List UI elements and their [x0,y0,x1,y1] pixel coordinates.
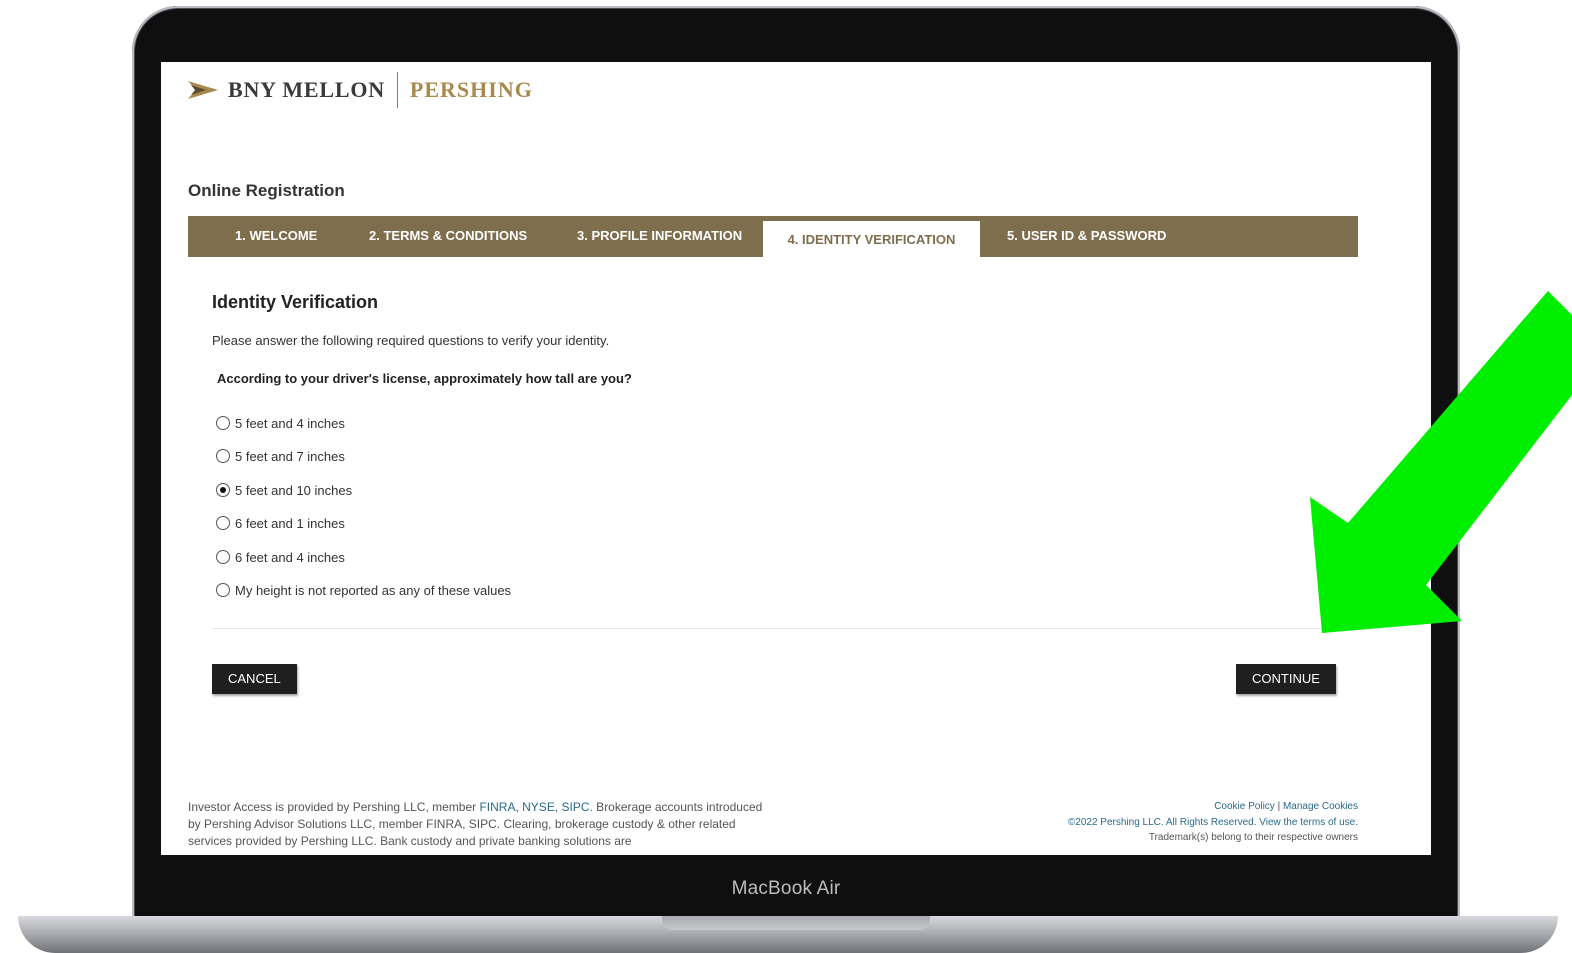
question-text: According to your driver's license, appr… [217,371,632,386]
radio-button[interactable] [216,416,230,430]
height-option-6-4[interactable]: 6 feet and 4 inches [216,547,345,567]
laptop-hinge [662,916,930,930]
page-title: Online Registration [188,181,345,200]
cancel-button[interactable]: CANCEL [212,664,297,694]
finra-link[interactable]: FINRA [479,800,515,814]
height-option-5-10[interactable]: 5 feet and 10 inches [216,480,352,500]
radio-button-selected[interactable] [216,483,230,497]
height-option-6-1[interactable]: 6 feet and 1 inches [216,513,345,533]
radio-button[interactable] [216,516,230,530]
section-title: Identity Verification [212,292,379,312]
brand-logo: BNY MELLON PERSHING [188,70,533,110]
nyse-link[interactable]: NYSE [522,800,555,814]
footer-text: Investor Access is provided by Pershing … [188,800,480,814]
sipc-link[interactable]: SIPC [562,800,590,814]
logo-bny-mellon: BNY MELLON [228,77,385,102]
copyright-text[interactable]: ©2022 Pershing LLC. All Rights Reserved.… [938,815,1358,831]
option-label: 5 feet and 4 inches [235,415,345,431]
cookie-policy-link[interactable]: Cookie Policy [1214,801,1275,812]
footer-disclosure: Investor Access is provided by Pershing … [188,799,768,850]
height-option-5-7[interactable]: 5 feet and 7 inches [216,446,345,466]
step-identity-verification: 4. IDENTITY VERIFICATION [763,221,980,257]
step-user-id-password: 5. USER ID & PASSWORD [1007,228,1167,243]
option-label: 6 feet and 1 inches [235,515,345,531]
instructions-text: Please answer the following required que… [212,333,610,348]
radio-button[interactable] [216,449,230,463]
bny-arrow-icon [188,81,218,99]
manage-cookies-link[interactable]: Manage Cookies [1283,801,1358,812]
option-label: 6 feet and 4 inches [235,549,345,565]
step-welcome: 1. WELCOME [235,228,318,243]
step-progress-bar: 1. WELCOME 2. TERMS & CONDITIONS 3. PROF… [188,216,1358,257]
step-terms-conditions: 2. TERMS & CONDITIONS [369,228,528,243]
footer-comma: , [554,800,562,814]
radio-button[interactable] [216,550,230,564]
trademark-text: Trademark(s) belong to their respective … [1148,832,1358,843]
step-profile-information: 3. PROFILE INFORMATION [577,228,743,243]
device-label: MacBook Air [731,878,841,899]
form-divider [212,628,1358,629]
browser-screen: BNY MELLON PERSHING Online Registration … [161,62,1431,855]
cookie-links: Cookie Policy | Manage Cookies [938,799,1358,815]
annotation-arrow-icon [1310,291,1572,633]
logo-divider [396,72,398,108]
option-label: My height is not reported as any of thes… [235,582,512,598]
footer-legal: Cookie Policy | Manage Cookies ©2022 Per… [938,799,1358,846]
logo-pershing: PERSHING [409,77,533,102]
continue-button[interactable]: CONTINUE [1236,664,1336,694]
link-separator: | [1274,801,1283,812]
height-option-5-4[interactable]: 5 feet and 4 inches [216,413,345,433]
option-label: 5 feet and 7 inches [235,448,345,464]
option-label: 5 feet and 10 inches [235,482,353,498]
height-option-not-reported[interactable]: My height is not reported as any of thes… [216,580,511,600]
radio-button[interactable] [216,583,230,597]
